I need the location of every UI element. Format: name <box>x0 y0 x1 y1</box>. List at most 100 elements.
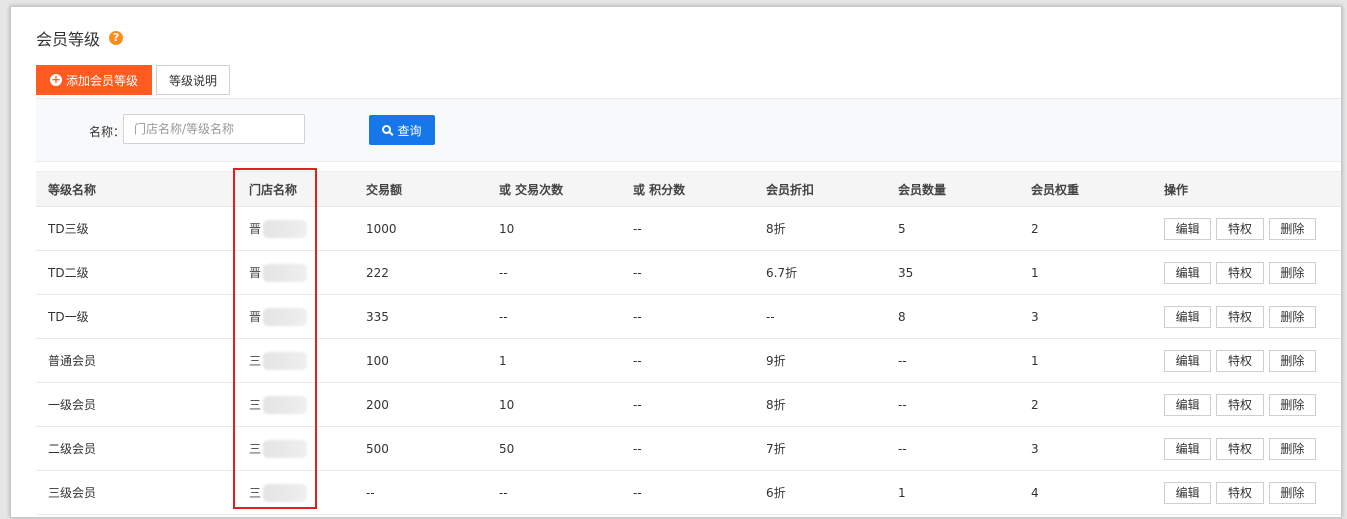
level-name-cell: 一级会员 <box>48 398 97 412</box>
edit-button[interactable]: 编辑 <box>1164 305 1212 328</box>
count-cell: 10 <box>499 221 515 236</box>
amount-cell: 200 <box>366 397 389 412</box>
edit-button[interactable]: 编辑 <box>1164 217 1212 240</box>
store-name-cell: 三 <box>221 339 354 382</box>
delete-button[interactable]: 删除 <box>1268 305 1316 328</box>
member-level-panel: 会员等级 ? + 添加会员等级 等级说明 名称： 查询 等级名称 门店名称 交易… <box>10 6 1342 518</box>
points-cell: -- <box>633 353 642 368</box>
level-name-cell: 普通会员 <box>48 354 97 368</box>
level-name-cell: TD二级 <box>48 266 89 280</box>
actions-cell: 编辑 特权 删除 <box>1152 427 1321 470</box>
level-name-cell: TD一级 <box>48 310 89 324</box>
amount-cell: 222 <box>366 265 389 280</box>
table-row: 一级会员 三 200 10 -- 8折 -- 2 编辑 特权 删除 <box>36 383 1341 427</box>
privilege-button[interactable]: 特权 <box>1216 437 1264 460</box>
edit-button[interactable]: 编辑 <box>1164 481 1212 504</box>
name-search-input[interactable] <box>123 114 305 144</box>
page-title: 会员等级 <box>36 30 101 49</box>
level-name-cell: 二级会员 <box>48 442 97 456</box>
table-row: 普通会员 三 100 1 -- 9折 -- 1 编辑 特权 删除 <box>36 339 1341 383</box>
privilege-button[interactable]: 特权 <box>1216 217 1264 240</box>
discount-cell: 6折 <box>766 486 786 500</box>
points-cell: -- <box>633 221 642 236</box>
page-header: 会员等级 ? <box>36 27 124 49</box>
header-actions: 操作 <box>1164 182 1189 197</box>
store-name-text: 三 <box>249 398 262 412</box>
privilege-button[interactable]: 特权 <box>1216 261 1264 284</box>
plus-circle-icon: + <box>49 73 62 86</box>
edit-button[interactable]: 编辑 <box>1164 393 1212 416</box>
actions-cell: 编辑 特权 删除 <box>1152 383 1321 426</box>
delete-button[interactable]: 删除 <box>1268 349 1316 372</box>
amount-cell: 500 <box>366 441 389 456</box>
points-cell: -- <box>633 441 642 456</box>
question-circle-icon[interactable]: ? <box>109 31 124 45</box>
store-name-text: 晋 <box>249 222 262 236</box>
privilege-button[interactable]: 特权 <box>1216 393 1264 416</box>
member-count-cell: -- <box>898 441 907 456</box>
table-header-row: 等级名称 门店名称 交易额 或 交易次数 或 积分数 会员折扣 会员数量 会员权… <box>36 171 1341 207</box>
count-cell: 10 <box>499 397 515 412</box>
redacted-store-name <box>263 219 308 238</box>
level-name-cell: TD三级 <box>48 222 89 236</box>
store-name-cell: 三 <box>221 471 354 514</box>
discount-cell: 9折 <box>766 354 786 368</box>
table-body: TD三级晋 1000 10 -- 8折 5 2 编辑 特权 删除 TD二级晋 222 -- -- 6.7折 3… <box>36 207 1341 515</box>
delete-button[interactable]: 删除 <box>1268 393 1316 416</box>
level-description-button[interactable]: 等级说明 <box>156 65 230 95</box>
store-name-cell: 晋 <box>221 295 354 338</box>
redacted-store-name <box>263 483 308 502</box>
weight-cell: 4 <box>1031 485 1039 500</box>
add-member-level-label: 添加会员等级 <box>65 73 138 88</box>
count-cell: 50 <box>499 441 515 456</box>
count-cell: -- <box>499 265 508 280</box>
header-weight: 会员权重 <box>1031 182 1080 197</box>
table-row: TD二级 晋 222 -- -- 6.7折 35 1 编辑 特权 删除 <box>36 251 1341 295</box>
points-cell: -- <box>633 265 642 280</box>
member-level-table: 等级名称 门店名称 交易额 或 交易次数 或 积分数 会员折扣 会员数量 会员权… <box>36 171 1341 515</box>
delete-button[interactable]: 删除 <box>1268 261 1316 284</box>
add-member-level-button[interactable]: + 添加会员等级 <box>36 65 152 95</box>
edit-button[interactable]: 编辑 <box>1164 437 1212 460</box>
privilege-button[interactable]: 特权 <box>1216 349 1264 372</box>
privilege-button[interactable]: 特权 <box>1216 305 1264 328</box>
edit-button[interactable]: 编辑 <box>1164 349 1212 372</box>
discount-cell: -- <box>766 309 775 324</box>
delete-button[interactable]: 删除 <box>1268 217 1316 240</box>
store-name-text: 三 <box>249 354 262 368</box>
redacted-store-name <box>263 439 308 458</box>
actions-cell: 编辑 特权 删除 <box>1152 471 1321 514</box>
member-count-cell: -- <box>898 397 907 412</box>
discount-cell: 8折 <box>766 222 786 236</box>
header-amount: 交易额 <box>366 182 403 197</box>
points-cell: -- <box>633 309 642 324</box>
count-cell: -- <box>499 309 508 324</box>
discount-cell: 8折 <box>766 398 786 412</box>
edit-button[interactable]: 编辑 <box>1164 261 1212 284</box>
header-member-count: 会员数量 <box>898 182 947 197</box>
name-filter-label: 名称： <box>89 125 126 139</box>
amount-cell: 100 <box>366 353 389 368</box>
privilege-button[interactable]: 特权 <box>1216 481 1264 504</box>
member-count-cell: 8 <box>898 309 906 324</box>
amount-cell: -- <box>366 485 375 500</box>
weight-cell: 1 <box>1031 353 1039 368</box>
query-button[interactable]: 查询 <box>369 115 435 145</box>
member-count-cell: -- <box>898 353 907 368</box>
table-row: 二级会员 三 500 50 -- 7折 -- 3 编辑 特权 删除 <box>36 427 1341 471</box>
weight-cell: 3 <box>1031 441 1039 456</box>
delete-button[interactable]: 删除 <box>1268 437 1316 460</box>
store-name-text: 三 <box>249 442 262 456</box>
header-store-name: 门店名称 <box>249 182 298 197</box>
store-name-cell: 晋 <box>221 251 354 294</box>
actions-cell: 编辑 特权 删除 <box>1152 251 1321 294</box>
store-name-cell: 三 <box>221 383 354 426</box>
query-label: 查询 <box>397 123 422 138</box>
points-cell: -- <box>633 397 642 412</box>
delete-button[interactable]: 删除 <box>1268 481 1316 504</box>
store-name-text: 晋 <box>249 266 262 280</box>
store-name-text: 三 <box>249 486 262 500</box>
table-row: TD三级 晋 1000 10 -- 8折 5 2 编辑 特权 删除 <box>36 207 1341 251</box>
discount-cell: 7折 <box>766 442 786 456</box>
count-cell: -- <box>499 485 508 500</box>
